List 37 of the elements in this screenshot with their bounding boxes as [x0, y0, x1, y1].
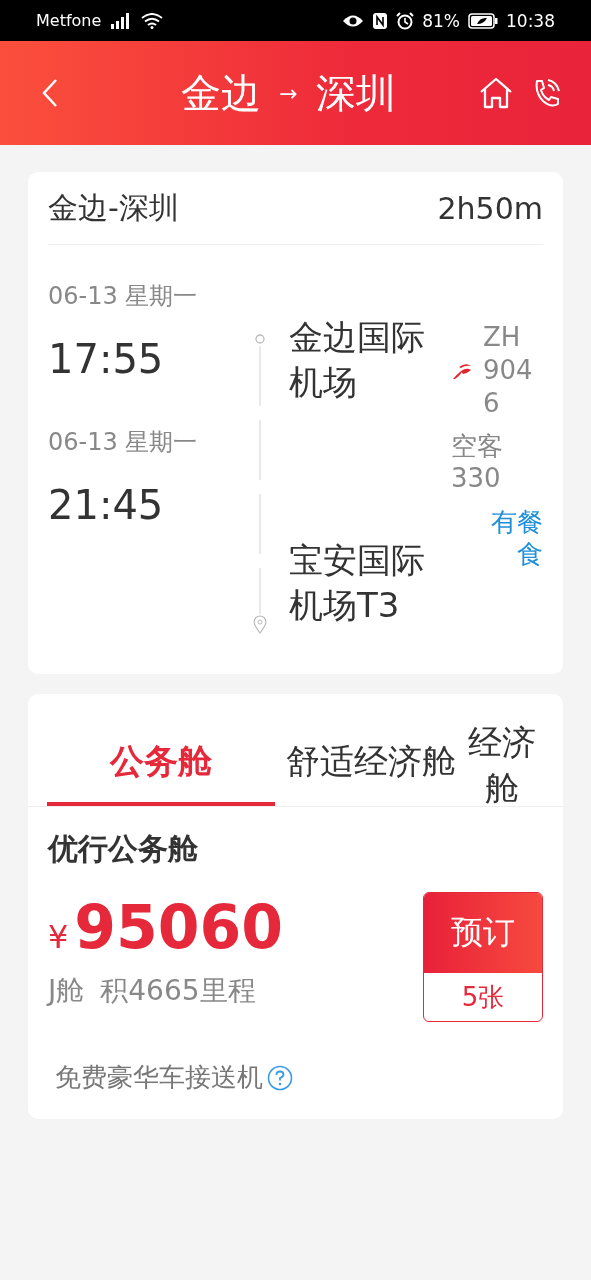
eye-icon: [342, 13, 365, 28]
battery-percent: 81%: [422, 10, 460, 31]
meal-info: 有餐食: [490, 506, 543, 570]
departure-time: 17:55: [48, 335, 165, 384]
clock-time: 10:38: [506, 10, 555, 31]
nfc-icon: [372, 11, 389, 30]
cabin-tab[interactable]: 公务舱: [47, 694, 275, 806]
book-button[interactable]: 预订 5张: [423, 892, 543, 1022]
carrier-name: Metfone: [36, 11, 102, 30]
route-title: 金边-深圳: [48, 188, 179, 227]
signal-icon: [111, 12, 132, 29]
wifi-icon: [141, 12, 164, 29]
arrival-airport: 宝安国际机场T3: [289, 539, 426, 627]
currency-symbol: ¥: [48, 918, 69, 956]
departure-airport: 金边国际机场: [289, 316, 426, 404]
fare-name: 优行公务舱: [48, 830, 199, 868]
flight-duration: 2h50m: [437, 190, 543, 226]
cabin-class: J舱: [48, 973, 85, 1009]
battery-icon: [468, 12, 498, 29]
aircraft-type: 空客330: [451, 430, 504, 494]
cabin-tab[interactable]: 经济舱: [461, 694, 543, 806]
cabin-tab[interactable]: 舒适经济舱: [285, 694, 457, 806]
departure-date: 06-13 星期一: [48, 281, 199, 311]
alarm-icon: [396, 11, 415, 30]
help-icon[interactable]: [267, 1064, 293, 1091]
airline-logo-icon: [451, 361, 473, 380]
flight-number: ZH 9046: [483, 321, 534, 420]
destination-city: 深圳: [315, 68, 396, 118]
origin-city: 金边: [181, 68, 262, 118]
arrival-date: 06-13 星期一: [48, 427, 199, 457]
home-icon[interactable]: [479, 77, 513, 109]
back-icon[interactable]: [42, 78, 58, 108]
arrival-time: 21:45: [48, 481, 165, 530]
miles-earned: 积4665里程: [100, 973, 256, 1009]
perk-text: 免费豪华车接送机: [55, 1061, 263, 1094]
fare-price: 95060: [74, 892, 284, 962]
route-arrow: →: [279, 80, 298, 106]
